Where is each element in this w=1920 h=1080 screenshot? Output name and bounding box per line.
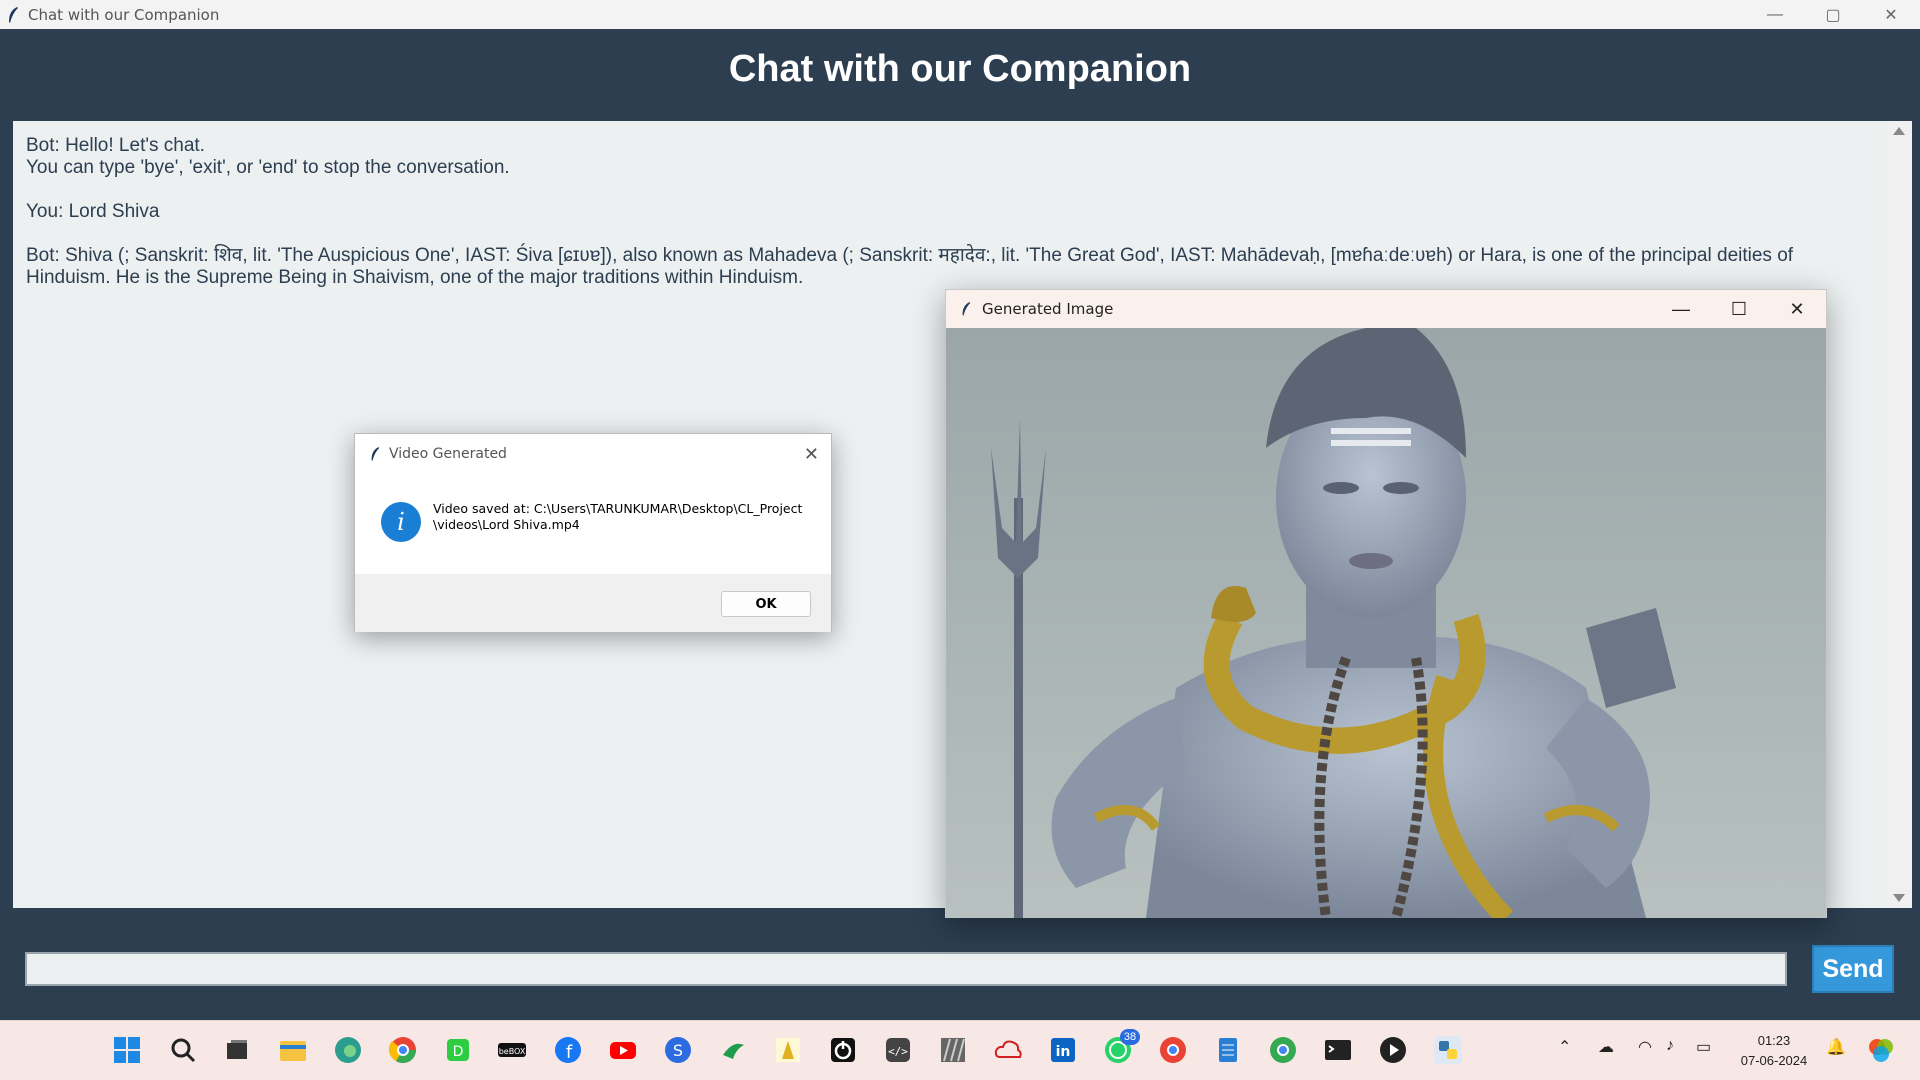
app-header: Chat with our Companion xyxy=(0,29,1920,109)
dialog-title: Video Generated xyxy=(389,446,507,462)
striped-app-icon[interactable] xyxy=(938,1035,968,1065)
clock-time: 01:23 xyxy=(1757,1033,1791,1048)
feather-app-icon xyxy=(9,6,18,23)
dialog-close-icon[interactable]: ✕ xyxy=(804,444,819,465)
dialog-message: Video saved at: C:\Users\TARUNKUMAR\Desk… xyxy=(433,501,803,532)
ok-button[interactable]: OK xyxy=(721,591,811,617)
clock-date: 07-06-2024 xyxy=(1740,1053,1808,1068)
svg-text:beBOX: beBOX xyxy=(499,1047,526,1056)
svg-text:</>: </> xyxy=(888,1045,908,1058)
app-d-icon[interactable]: D xyxy=(443,1035,473,1065)
s-app-icon[interactable]: S xyxy=(663,1035,693,1065)
show-hidden-icons-chevron-icon[interactable]: ⌃ xyxy=(1558,1037,1571,1057)
linkedin-icon[interactable]: in xyxy=(1048,1035,1078,1065)
minimize-button[interactable]: — xyxy=(1746,0,1804,29)
windows-start-icon[interactable] xyxy=(112,1035,142,1065)
svg-text:S: S xyxy=(673,1041,683,1060)
feather-app-icon xyxy=(371,447,380,461)
chat-text: Bot: Hello! Let's chat. You can type 'by… xyxy=(26,135,1856,311)
dialog-footer: OK xyxy=(355,574,831,632)
task-view-icon[interactable] xyxy=(222,1035,252,1065)
image-window-title: Generated Image xyxy=(982,300,1114,318)
photo-app-icon[interactable] xyxy=(773,1035,803,1065)
file-explorer-icon[interactable] xyxy=(278,1035,308,1065)
message-input[interactable] xyxy=(25,952,1787,986)
image-window-minimize-button[interactable]: — xyxy=(1652,290,1710,328)
onedrive-icon[interactable]: ☁ xyxy=(1598,1037,1614,1057)
info-icon: i xyxy=(381,502,421,542)
scroll-down-arrow-icon[interactable] xyxy=(1893,894,1905,902)
video-generated-dialog: Video Generated ✕ i Video saved at: C:\U… xyxy=(354,433,832,632)
chat-message: You: Lord Shiva xyxy=(26,201,160,222)
dialog-titlebar: Video Generated ✕ xyxy=(355,434,831,474)
youtube-icon[interactable] xyxy=(608,1035,638,1065)
window-titlebar: Chat with our Companion — ▢ ✕ xyxy=(0,0,1920,29)
svg-text:in: in xyxy=(1056,1044,1071,1060)
edge-browser-icon[interactable] xyxy=(333,1035,363,1065)
code-app-icon[interactable]: </> xyxy=(883,1035,913,1065)
feather-app-icon xyxy=(962,302,971,316)
notepad-icon[interactable] xyxy=(1213,1035,1243,1065)
cloud-app-icon[interactable] xyxy=(993,1035,1023,1065)
copilot-icon[interactable] xyxy=(1866,1035,1896,1065)
chat-message: Bot: Shiva (; Sanskrit: शिव, lit. 'The A… xyxy=(26,245,1799,288)
terminal-icon[interactable] xyxy=(1323,1035,1353,1065)
chat-scrollbar[interactable] xyxy=(1884,121,1912,908)
search-icon[interactable] xyxy=(168,1035,198,1065)
chat-message: Bot: Hello! Let's chat. You can type 'by… xyxy=(26,135,510,178)
wifi-icon[interactable]: ◠ xyxy=(1638,1037,1652,1057)
image-window-titlebar: Generated Image — ☐ ✕ xyxy=(946,290,1826,328)
image-window-close-button[interactable]: ✕ xyxy=(1768,290,1826,328)
image-window-maximize-button[interactable]: ☐ xyxy=(1710,290,1768,328)
chrome-profile-2-icon[interactable] xyxy=(1268,1035,1298,1065)
svg-text:f: f xyxy=(566,1042,573,1063)
generated-image-window: Generated Image — ☐ ✕ xyxy=(945,289,1827,918)
scroll-up-arrow-icon[interactable] xyxy=(1893,127,1905,135)
chrome-icon[interactable] xyxy=(388,1035,418,1065)
notification-bell-icon[interactable]: 🔔 xyxy=(1826,1037,1846,1057)
send-button[interactable]: Send xyxy=(1812,945,1894,993)
volume-icon[interactable]: ♪ xyxy=(1666,1037,1674,1055)
close-button[interactable]: ✕ xyxy=(1862,0,1920,29)
chrome-profile-icon[interactable] xyxy=(1158,1035,1188,1065)
taskbar: D beBOX f S </> in 38 ⌃ ☁ ◠ ♪ ▭ 01:23 07… xyxy=(0,1020,1920,1080)
restore-button[interactable]: ▢ xyxy=(1804,0,1862,29)
battery-icon[interactable]: ▭ xyxy=(1696,1037,1711,1057)
generated-image xyxy=(946,328,1826,918)
window-title: Chat with our Companion xyxy=(28,5,220,24)
facebook-icon[interactable]: f xyxy=(553,1035,583,1065)
svg-text:D: D xyxy=(453,1044,464,1060)
media-player-icon[interactable] xyxy=(1378,1035,1408,1065)
power-app-icon[interactable] xyxy=(828,1035,858,1065)
bestox-icon[interactable]: beBOX xyxy=(497,1035,527,1065)
page-title: Chat with our Companion xyxy=(728,47,1192,90)
system-clock[interactable]: 01:23 07-06-2024 xyxy=(1738,1031,1810,1071)
whatsapp-badge: 38 xyxy=(1120,1029,1140,1045)
python-app-icon[interactable] xyxy=(1433,1035,1463,1065)
leaf-app-icon[interactable] xyxy=(718,1035,748,1065)
